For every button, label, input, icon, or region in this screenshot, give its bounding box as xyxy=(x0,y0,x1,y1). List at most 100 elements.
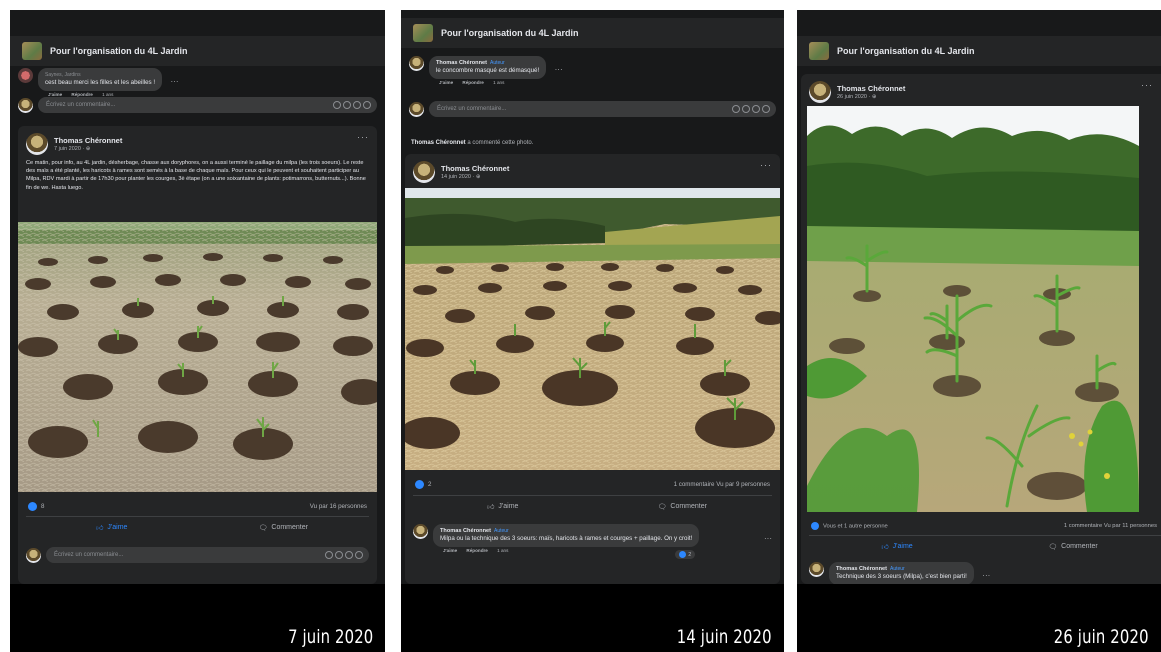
comment-bubble: Saynes, Jardins cest beau merci les fill… xyxy=(38,68,163,91)
comment-bubble: Thomas Chéronnet Auteur le concombre masq… xyxy=(429,56,547,79)
facebook-screen: Pour l'organisation du 4L Jardin Thomas … xyxy=(401,10,784,584)
gif-icon[interactable] xyxy=(353,101,361,109)
comment-button[interactable]: 🗨︎ Commenter xyxy=(593,496,773,517)
sticker-icon[interactable] xyxy=(363,101,371,109)
post-author[interactable]: Thomas Chéronnet xyxy=(441,164,509,173)
sticker-icon[interactable] xyxy=(762,105,770,113)
comment-like-link[interactable]: J'aime xyxy=(439,80,453,85)
comment-placeholder: Écrivez un commentaire... xyxy=(46,102,116,108)
comment-author[interactable]: Thomas Chéronnet xyxy=(440,528,491,534)
comment-reaction[interactable]: 2 xyxy=(675,550,696,559)
comment-time: 1 ans xyxy=(497,548,509,553)
comment-reply-link[interactable]: Répondre xyxy=(462,80,483,85)
group-header[interactable]: Pour l'organisation du 4L Jardin xyxy=(10,36,385,66)
more-dots-icon[interactable]: ··· xyxy=(357,132,369,142)
group-header[interactable]: Pour l'organisation du 4L Jardin xyxy=(401,18,784,48)
author-badge: Auteur xyxy=(489,60,505,66)
like-button[interactable]: 👍︎ J'aime xyxy=(26,517,198,538)
comment-bubble: Thomas Chéronnet Auteur Milpa ou la techn… xyxy=(433,524,700,547)
comment-placeholder: Écrivez un commentaire... xyxy=(437,106,507,112)
more-dots-icon[interactable]: ··· xyxy=(1141,80,1153,90)
post-header: Thomas Chéronnet 14 juin 2020 · ⊕ ··· xyxy=(405,154,780,187)
like-label: J'aime xyxy=(892,543,913,550)
post-card: Thomas Chéronnet 14 juin 2020 · ⊕ ··· 2 … xyxy=(405,154,780,584)
author-avatar[interactable] xyxy=(413,161,435,183)
commenter-avatar[interactable] xyxy=(409,56,424,71)
emoji-icon[interactable] xyxy=(325,551,333,559)
like-button[interactable]: 👍︎ J'aime xyxy=(809,536,985,557)
comment-button[interactable]: 🗨︎ Commenter xyxy=(985,536,1161,557)
comment-input[interactable]: Écrivez un commentaire... xyxy=(46,547,369,563)
gif-icon[interactable] xyxy=(752,105,760,113)
commenter-avatar[interactable] xyxy=(413,524,428,539)
comment: Thomas Chéronnet Auteur le concombre masq… xyxy=(401,52,784,89)
group-name: Pour l'organisation du 4L Jardin xyxy=(50,46,188,56)
view-count[interactable]: 1 commentaire Vu par 9 personnes xyxy=(674,481,770,488)
author-badge: Auteur xyxy=(889,566,905,572)
comment-input[interactable]: Écrivez un commentaire... xyxy=(429,101,776,117)
comment-text: cest beau merci les filles et les abeill… xyxy=(45,79,156,86)
post-author[interactable]: Thomas Chéronnet xyxy=(54,136,122,145)
more-dots-icon[interactable]: ··· xyxy=(171,77,179,86)
comment-composer: Écrivez un commentaire... xyxy=(18,544,377,566)
comment-like-link[interactable]: J'aime xyxy=(443,548,457,553)
like-count[interactable]: 8 xyxy=(41,503,44,510)
speech-bubble-icon: 🗨︎ xyxy=(1048,543,1058,551)
more-dots-icon[interactable]: ··· xyxy=(982,571,990,580)
post-author[interactable]: Thomas Chéronnet xyxy=(837,84,905,93)
like-count[interactable]: Vous et 1 autre personne xyxy=(823,524,888,530)
more-dots-icon[interactable]: ··· xyxy=(760,160,772,170)
post-photo[interactable] xyxy=(18,222,377,492)
camera-icon[interactable] xyxy=(343,101,351,109)
post-date[interactable]: 7 juin 2020 · ⊕ xyxy=(54,146,122,152)
author-avatar[interactable] xyxy=(809,81,831,103)
comment: Thomas Chéronnet Auteur Technique des 3 s… xyxy=(801,558,1161,584)
emoji-icon[interactable] xyxy=(333,101,341,109)
thumbs-up-icon: 👍︎ xyxy=(96,525,104,532)
author-avatar[interactable] xyxy=(26,133,48,155)
author-badge: Auteur xyxy=(493,528,509,534)
garden-photo-image xyxy=(807,106,1139,512)
garden-photo-image xyxy=(18,222,377,492)
comment-reaction-count: 2 xyxy=(688,551,692,558)
post-text: Ce matin, pour info, au 4L jardin, déshe… xyxy=(26,160,366,191)
comment-actions: J'aime Répondre 1 ans xyxy=(443,548,699,553)
group-thumbnail xyxy=(809,42,829,60)
comment-reply-link[interactable]: Répondre xyxy=(466,548,487,553)
gif-icon[interactable] xyxy=(345,551,353,559)
post-date[interactable]: 26 juin 2020 · ⊕ xyxy=(837,94,905,100)
like-reaction-icon xyxy=(811,522,819,530)
more-dots-icon[interactable]: ··· xyxy=(555,65,563,74)
activity-line: Thomas Chéronnet a commenté cette photo. xyxy=(401,136,784,150)
commenter-avatar[interactable] xyxy=(18,68,33,83)
post-date[interactable]: 14 juin 2020 · ⊕ xyxy=(441,174,509,180)
post-stats: 2 1 commentaire Vu par 9 personnes xyxy=(405,476,780,493)
comment-author[interactable]: Thomas Chéronnet xyxy=(436,60,487,66)
like-count[interactable]: 2 xyxy=(428,481,431,488)
like-button[interactable]: 👍︎ J'aime xyxy=(413,496,593,517)
post-photo[interactable] xyxy=(405,188,780,470)
comment-input[interactable]: Écrivez un commentaire... xyxy=(38,97,377,113)
like-reaction-icon xyxy=(415,480,424,489)
view-count[interactable]: 1 commentaire Vu par 11 personnes xyxy=(1064,523,1157,529)
comment-actions: J'aime Répondre 1 ans xyxy=(439,80,563,85)
view-count[interactable]: Vu par 16 personnes xyxy=(310,503,367,510)
post-card: Thomas Chéronnet 7 juin 2020 · ⊕ ··· Ce … xyxy=(18,126,377,584)
more-dots-icon[interactable]: ··· xyxy=(764,534,772,543)
date-caption: 7 juin 2020 xyxy=(287,626,373,648)
activity-author[interactable]: Thomas Chéronnet xyxy=(411,140,466,146)
emoji-icon[interactable] xyxy=(732,105,740,113)
group-name: Pour l'organisation du 4L Jardin xyxy=(441,28,579,38)
camera-icon[interactable] xyxy=(742,105,750,113)
user-avatar xyxy=(409,101,424,117)
comment-composer: Écrivez un commentaire... xyxy=(401,98,784,120)
comment-button[interactable]: 🗨︎ Commenter xyxy=(198,517,370,538)
camera-icon[interactable] xyxy=(335,551,343,559)
post-stats: Vous et 1 autre personne 1 commentaire V… xyxy=(801,518,1161,534)
sticker-icon[interactable] xyxy=(355,551,363,559)
post-photo[interactable] xyxy=(807,106,1139,512)
group-header[interactable]: Pour l'organisation du 4L Jardin xyxy=(797,36,1161,66)
post-header: Thomas Chéronnet 26 juin 2020 · ⊕ ··· xyxy=(801,74,1161,107)
commenter-avatar[interactable] xyxy=(809,562,824,577)
comment-author[interactable]: Thomas Chéronnet xyxy=(836,566,887,572)
